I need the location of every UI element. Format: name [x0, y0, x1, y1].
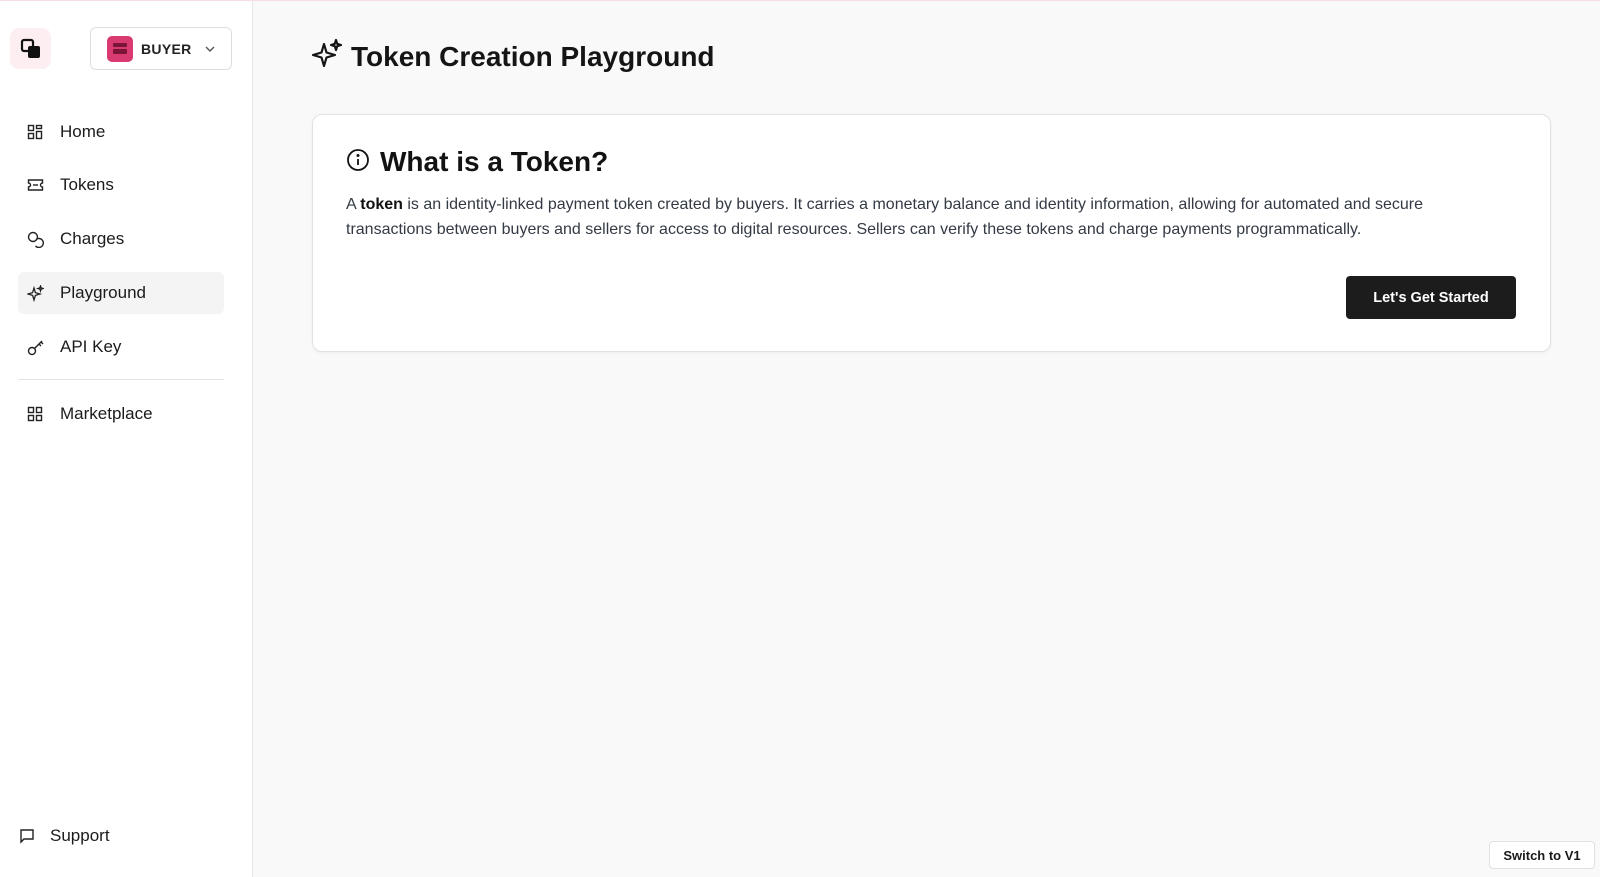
sidebar-item-label: API Key	[60, 337, 122, 356]
key-icon	[26, 338, 44, 356]
grid-icon	[26, 405, 44, 423]
message-square-icon	[18, 827, 36, 845]
sidebar-item-label: Home	[60, 122, 106, 141]
sidebar-item-marketplace[interactable]: Marketplace	[18, 393, 224, 435]
sidebar-item-api-key[interactable]: API Key	[18, 326, 224, 368]
info-card: What is a Token? A token is an identity-…	[312, 114, 1551, 352]
description-prefix: A	[346, 196, 361, 213]
sidebar-item-playground[interactable]: Playground	[18, 272, 224, 314]
sidebar-item-home[interactable]: Home	[18, 111, 224, 153]
info-icon	[346, 148, 370, 177]
sidebar-item-label: Charges	[60, 229, 125, 248]
sidebar-item-label: Marketplace	[60, 404, 153, 423]
page-title: Token Creation Playground	[351, 40, 715, 72]
role-label: BUYER	[141, 40, 192, 57]
sparkles-icon	[26, 284, 44, 302]
role-switcher[interactable]: BUYER	[90, 27, 232, 70]
sidebar-item-charges[interactable]: Charges	[18, 218, 224, 260]
app-logo[interactable]	[10, 28, 51, 69]
card-description: A token is an identity-linked payment to…	[346, 193, 1506, 242]
card-header: What is a Token?	[346, 146, 608, 178]
support-link[interactable]: Support	[18, 820, 218, 852]
grid-icon	[26, 123, 44, 141]
sparkles-icon	[311, 38, 343, 75]
switch-version-button[interactable]: Switch to V1	[1489, 841, 1595, 869]
sidebar-item-label: Playground	[60, 283, 147, 302]
nav-divider	[18, 379, 224, 380]
sidebar-item-tokens[interactable]: Tokens	[18, 164, 224, 206]
description-bold-term: token	[360, 196, 403, 213]
ticket-icon	[26, 176, 44, 194]
store-icon	[113, 42, 127, 54]
page-header: Token Creation Playground	[311, 38, 715, 75]
description-text: is an identity-linked payment token crea…	[346, 196, 1424, 238]
get-started-button[interactable]: Let's Get Started	[1346, 276, 1516, 319]
chevron-down-icon	[204, 43, 216, 55]
logo-icon	[20, 38, 40, 58]
support-label: Support	[50, 826, 110, 845]
coins-icon	[26, 230, 44, 248]
card-title: What is a Token?	[380, 146, 609, 177]
role-avatar	[107, 35, 133, 62]
sidebar-item-label: Tokens	[60, 175, 114, 194]
sidebar: BUYER Home Tokens Charges Playground API…	[0, 1, 253, 877]
